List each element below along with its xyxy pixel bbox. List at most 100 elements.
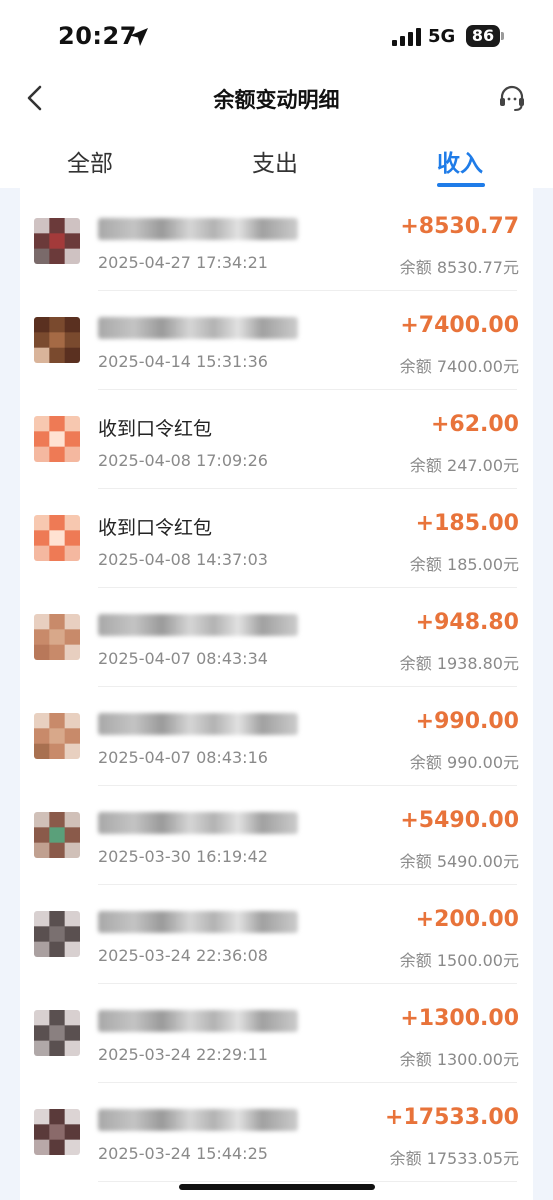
avatar-pixel (49, 1139, 65, 1155)
avatar-pixel (64, 431, 80, 447)
status-time: 20:27 (58, 22, 137, 50)
status-bar: 20:27 5G 86 (0, 0, 553, 72)
transaction-time: 2025-04-08 14:37:03 (98, 550, 268, 569)
transaction-row[interactable]: 收到口令红包 2025-04-08 14:37:03 +185.00 余额 185.0… (20, 489, 533, 588)
avatar-pixel (49, 941, 65, 957)
transaction-balance: 余额 8530.77元 (399, 258, 519, 277)
avatar-pixel (34, 1040, 50, 1056)
avatar-pixel (34, 812, 50, 828)
avatar-pixel (49, 1124, 65, 1140)
tab-all[interactable]: 全部 (67, 144, 113, 178)
transaction-balance: 余额 17533.05元 (389, 1149, 519, 1168)
avatar-pixel (49, 1040, 65, 1056)
avatar-pixel (49, 827, 65, 843)
transaction-row[interactable]: 2025-03-24 15:44:25 +17533.00 余额 17533.05元 (20, 1083, 533, 1182)
avatar-pixel (64, 644, 80, 660)
avatar-pixel (34, 629, 50, 645)
transaction-amount: +7400.00 (400, 313, 519, 338)
transaction-amount: +990.00 (415, 709, 519, 734)
transaction-time: 2025-03-30 16:19:42 (98, 847, 268, 866)
avatar-pixel (64, 827, 80, 843)
transaction-row[interactable]: 2025-04-27 17:34:21 +8530.77 余额 8530.77元 (20, 192, 533, 291)
transaction-row[interactable]: 2025-04-07 08:43:16 +990.00 余额 990.00元 (20, 687, 533, 786)
blurred-transaction-title (98, 218, 298, 240)
transaction-amount: +17533.00 (385, 1105, 519, 1130)
transaction-title: 收到口令红包 (98, 517, 213, 539)
avatar-pixel (64, 515, 80, 531)
tab-expense[interactable]: 支出 (252, 144, 298, 178)
avatar-pixel (49, 629, 65, 645)
avatar-pixel (49, 812, 65, 828)
transaction-row[interactable]: 2025-03-24 22:36:08 +200.00 余额 1500.00元 (20, 885, 533, 984)
avatar-pixel (64, 1010, 80, 1026)
avatar-mosaic (34, 317, 80, 363)
blurred-transaction-title (98, 713, 298, 735)
avatar-pixel (34, 317, 50, 333)
transaction-time: 2025-04-14 15:31:36 (98, 352, 268, 371)
active-tab-indicator (437, 183, 485, 187)
blurred-transaction-title (98, 614, 298, 636)
transaction-amount: +8530.77 (400, 214, 519, 239)
avatar-pixel (64, 446, 80, 462)
avatar-mosaic (34, 515, 80, 561)
transaction-row[interactable]: 2025-03-30 16:19:42 +5490.00 余额 5490.00元 (20, 786, 533, 885)
avatar-pixel (34, 545, 50, 561)
avatar-pixel (34, 926, 50, 942)
transaction-amount: +62.00 (430, 412, 519, 437)
transaction-time: 2025-04-07 08:43:34 (98, 649, 268, 668)
contact-avatar (34, 218, 80, 264)
transaction-balance: 余额 1500.00元 (399, 951, 519, 970)
avatar-pixel (64, 530, 80, 546)
avatar-pixel (49, 515, 65, 531)
page-title: 余额变动明细 (213, 88, 340, 112)
transaction-balance: 余额 990.00元 (409, 753, 519, 772)
avatar-pixel (64, 1040, 80, 1056)
transaction-row[interactable]: 2025-03-24 22:29:11 +1300.00 余额 1300.00元 (20, 984, 533, 1083)
transaction-row[interactable]: 收到口令红包 2025-04-08 17:09:26 +62.00 余额 247.00… (20, 390, 533, 489)
signal-strength-icon (392, 28, 421, 46)
customer-service-button[interactable] (494, 80, 530, 116)
avatar-pixel (34, 1109, 50, 1125)
avatar-mosaic (34, 812, 80, 858)
home-indicator[interactable] (179, 1184, 375, 1190)
avatar-pixel (64, 545, 80, 561)
tab-income[interactable]: 收入 (437, 144, 483, 178)
transaction-list: 2025-04-27 17:34:21 +8530.77 余额 8530.77元 20… (20, 188, 533, 1200)
avatar-pixel (64, 332, 80, 348)
avatar-pixel (49, 911, 65, 927)
avatar-pixel (49, 644, 65, 660)
avatar-pixel (64, 842, 80, 858)
avatar-mosaic (34, 911, 80, 957)
avatar-pixel (49, 1010, 65, 1026)
avatar-pixel (34, 743, 50, 759)
avatar-pixel (64, 233, 80, 249)
avatar-pixel (34, 416, 50, 432)
transaction-time: 2025-04-08 17:09:26 (98, 451, 268, 470)
transaction-balance: 余额 185.00元 (409, 555, 519, 574)
avatar-pixel (64, 1124, 80, 1140)
transaction-row[interactable]: 2025-04-14 15:31:36 +7400.00 余额 7400.00元 (20, 291, 533, 390)
avatar-pixel (64, 1139, 80, 1155)
blurred-transaction-title (98, 1109, 298, 1131)
contact-avatar (34, 1109, 80, 1155)
avatar-pixel (34, 347, 50, 363)
avatar-mosaic (34, 416, 80, 462)
transaction-title: 收到口令红包 (98, 418, 213, 440)
avatar-mosaic (34, 713, 80, 759)
avatar-pixel (64, 347, 80, 363)
blurred-transaction-title (98, 812, 298, 834)
transaction-time: 2025-04-27 17:34:21 (98, 253, 268, 272)
blurred-transaction-title (98, 317, 298, 339)
avatar-mosaic (34, 218, 80, 264)
avatar-pixel (64, 416, 80, 432)
transaction-time: 2025-03-24 22:36:08 (98, 946, 268, 965)
avatar-pixel (34, 728, 50, 744)
transaction-balance: 余额 1938.80元 (399, 654, 519, 673)
transaction-time: 2025-03-24 15:44:25 (98, 1144, 268, 1163)
avatar-pixel (34, 1025, 50, 1041)
transaction-amount: +1300.00 (400, 1006, 519, 1031)
transaction-row[interactable]: 2025-04-07 08:43:34 +948.80 余额 1938.80元 (20, 588, 533, 687)
avatar-pixel (64, 713, 80, 729)
avatar-pixel (64, 728, 80, 744)
transaction-amount: +200.00 (415, 907, 519, 932)
